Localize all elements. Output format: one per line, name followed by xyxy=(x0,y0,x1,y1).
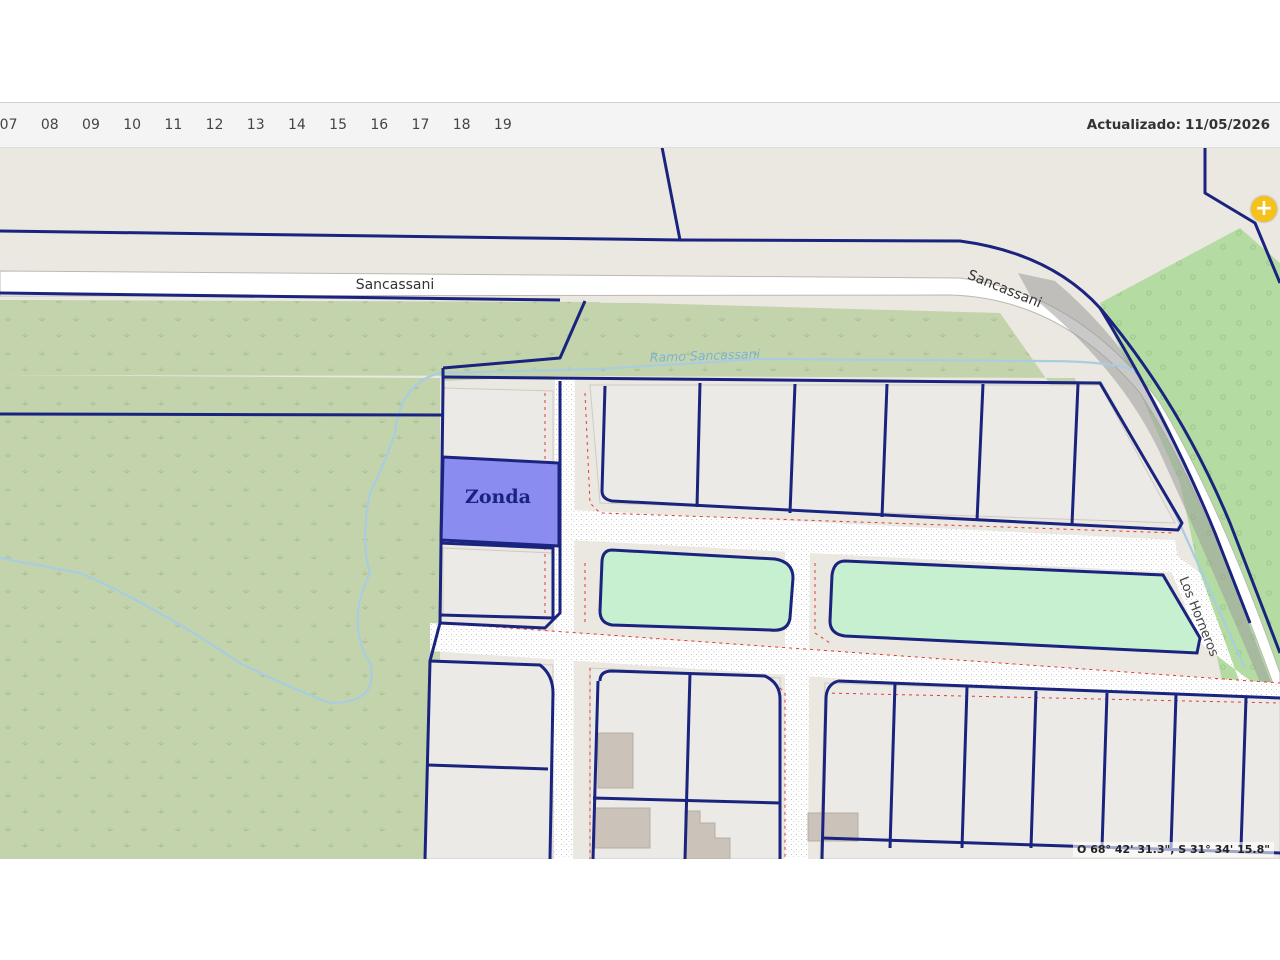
hour-item-07[interactable]: 07 xyxy=(0,117,29,133)
updated-label: Actualizado: xyxy=(1086,117,1181,133)
park-east xyxy=(828,559,1202,655)
hour-item-16[interactable]: 16 xyxy=(359,117,400,133)
hour-selector: 07 08 09 10 11 12 13 14 15 16 17 18 19 xyxy=(0,117,523,133)
parcel-zonda[interactable]: Zonda xyxy=(439,455,561,548)
hour-item-13[interactable]: 13 xyxy=(235,117,276,133)
parcel-map[interactable]: Zonda Sancassani Sancassani Los Horneros… xyxy=(0,103,1280,859)
hour-item-17[interactable]: 17 xyxy=(400,117,441,133)
street-label-sancassani-west: Sancassani xyxy=(356,277,435,293)
hour-item-19[interactable]: 19 xyxy=(482,117,523,133)
park-west xyxy=(598,548,795,632)
hour-item-12[interactable]: 12 xyxy=(194,117,235,133)
last-updated: Actualizado: 11/05/2026 xyxy=(1087,103,1270,147)
hour-item-08[interactable]: 08 xyxy=(29,117,70,133)
hour-item-15[interactable]: 15 xyxy=(318,117,359,133)
hour-item-18[interactable]: 18 xyxy=(441,117,482,133)
coordinates-readout: O 68° 42' 31.3", S 31° 34' 15.8" xyxy=(1073,842,1274,857)
parcel-zonda-label: Zonda xyxy=(465,486,531,508)
hour-item-11[interactable]: 11 xyxy=(153,117,194,133)
time-toolbar: 07 08 09 10 11 12 13 14 15 16 17 18 19 A… xyxy=(0,103,1280,148)
map-viewer: 07 08 09 10 11 12 13 14 15 16 17 18 19 A… xyxy=(0,102,1280,859)
hour-item-10[interactable]: 10 xyxy=(112,117,153,133)
updated-date: 11/05/2026 xyxy=(1184,117,1270,133)
hour-item-14[interactable]: 14 xyxy=(276,117,317,133)
hour-item-09[interactable]: 09 xyxy=(70,117,111,133)
zoom-in-button[interactable]: + xyxy=(1251,196,1277,222)
